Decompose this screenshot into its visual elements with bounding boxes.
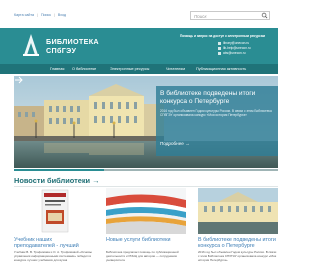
hero-caption-panel: В библиотеке подведены итоги конкурса о … [156,86,278,156]
nav-item-readers[interactable]: Читателям [166,67,185,71]
hero-more-link[interactable]: Подробнее → [160,141,190,146]
news-image-book [14,188,94,234]
header-help-note[interactable]: Помощь и запрос на доступ к электронным … [180,34,265,38]
slider-progress-bar [14,169,278,171]
news-card-text: Библиотека предлагает помощь по публикац… [106,250,179,262]
slider-next-icon[interactable] [14,76,24,84]
news-image-building [198,188,278,234]
nav-item-eresources[interactable]: Электронные ресурсы [110,67,149,71]
news-card-title[interactable]: Учебник наших преподавателей - лучший [14,237,94,249]
search-icon[interactable] [260,12,269,19]
mail-icon [218,41,221,45]
search-link[interactable]: Поиск [41,13,51,17]
arrow-right-icon: → [185,141,190,146]
news-card-text: Учебник В. В. Трофимова и О. А. Трофимов… [14,250,92,262]
main-nav: Главная О библиотеке Электронные ресурсы… [0,64,278,74]
login-link[interactable]: Вход [58,13,66,17]
nav-item-publications[interactable]: Публикационная активность [196,67,246,71]
news-card-text: 2016 год был объявлен Годом культуры Рос… [198,250,277,262]
separator: | [37,13,38,17]
news-card-title[interactable]: Новые услуги библиотеки [106,237,186,243]
search-placeholder: Поиск [194,13,207,19]
separator: | [53,13,55,17]
logo-subtitle: СПбГЭУ [46,46,77,55]
mail-icon [218,46,221,50]
hero-slider[interactable]: В библиотеке подведены итоги конкурса о … [14,76,278,168]
top-bar: Карта сайта | Поиск | Вход Поиск [0,0,278,28]
sitemap-link[interactable]: Карта сайта [14,13,34,17]
mail-icon [218,52,221,56]
nav-item-home[interactable]: Главная [50,67,64,71]
search-input[interactable]: Поиск [190,11,270,20]
top-links: Карта сайта | Поиск | Вход [14,13,68,17]
hero-title[interactable]: В библиотеке подведены итоги конкурса о … [160,90,278,106]
arrow-right-icon: → [92,176,100,185]
news-card-title[interactable]: В библиотеке подведены итоги конкурса о … [198,237,278,249]
site-header: БИБЛИОТЕКА СПбГЭУ Помощь и запрос на дос… [0,28,278,64]
nav-item-about[interactable]: О библиотеке [72,67,96,71]
contacts: library@unecon.ru lib-help@unecon.ru abs… [218,41,251,57]
library-logo-icon[interactable] [20,31,42,57]
news-image-books-stack [106,188,186,234]
contact-email[interactable]: abs@unecon.ru [218,51,251,56]
hero-text: 2016 год был объявлен Годом культуры Рос… [160,109,272,118]
news-heading[interactable]: Новости библиотеки → [14,176,100,185]
divider [14,186,278,187]
logo-title: БИБЛИОТЕКА [46,37,99,46]
